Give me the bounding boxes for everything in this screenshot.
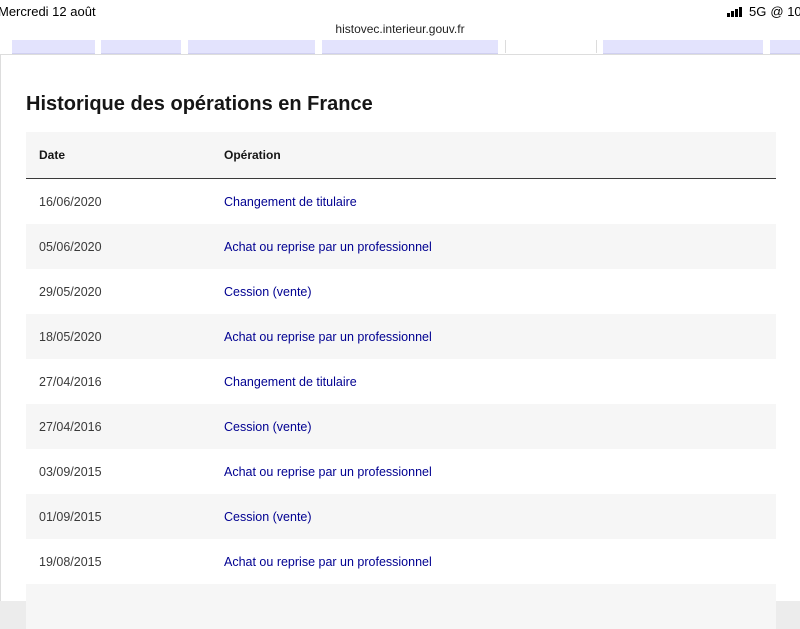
row-operation[interactable]: Achat ou reprise par un professionnel — [224, 465, 776, 479]
operations-table: Date Opération 16/06/2020 Changement de t… — [26, 132, 776, 629]
row-date: 19/08/2015 — [39, 554, 102, 569]
row-operation[interactable]: Changement de titulaire — [224, 375, 776, 389]
row-operation[interactable]: Cession (vente) — [224, 510, 776, 524]
row-date: 03/09/2015 — [39, 464, 102, 479]
row-operation[interactable]: Achat ou reprise par un professionnel — [224, 240, 776, 254]
table-row: 19/08/2015 Achat ou reprise par un profes… — [26, 539, 776, 584]
network-label: 5G — [749, 4, 767, 19]
row-operation[interactable]: Changement de titulaire — [224, 195, 776, 209]
status-time: Mercredi 12 août — [0, 4, 96, 19]
header-operation: Opération — [224, 148, 281, 162]
tab-active[interactable] — [505, 40, 597, 53]
status-bar: Mercredi 12 août 5G @ 10( — [0, 0, 800, 22]
tabs-strip — [0, 40, 800, 54]
section-title: Historique des opérations en France — [26, 93, 373, 115]
row-date: 27/04/2016 — [39, 419, 102, 434]
table-row: 05/06/2020 Achat ou reprise par un profes… — [26, 224, 776, 269]
row-date: 18/05/2020 — [39, 329, 102, 344]
table-row: 16/06/2020 Changement de titulaire — [26, 179, 776, 224]
tab-1[interactable] — [12, 40, 95, 54]
row-date: 27/04/2016 — [39, 374, 102, 389]
row-operation[interactable]: Cession (vente) — [224, 420, 776, 434]
tab-7[interactable] — [770, 40, 800, 54]
signal-icon — [727, 6, 743, 17]
table-row: 27/04/2016 Changement de titulaire — [26, 359, 776, 404]
table-row: 29/05/2020 Cession (vente) — [26, 269, 776, 314]
tab-6[interactable] — [603, 40, 763, 54]
header-date: Date — [39, 148, 66, 162]
table-row: 18/05/2020 Achat ou reprise par un profes… — [26, 314, 776, 359]
table-row: 27/04/2016 Cession (vente) — [26, 404, 776, 449]
row-operation[interactable]: Cession (vente) — [224, 285, 776, 299]
table-header: Date Opération — [26, 132, 776, 179]
url-text: histovec.interieur.gouv.fr — [335, 22, 465, 36]
row-operation[interactable]: Achat ou reprise par un professionnel — [224, 555, 776, 569]
history-card: Historique des opérations en France Date… — [0, 54, 800, 629]
status-indicators: 5G @ 10( — [727, 4, 800, 19]
row-date: 29/05/2020 — [39, 284, 102, 299]
row-date: 05/06/2020 — [39, 239, 102, 254]
battery-label: @ 10( — [770, 4, 800, 19]
row-date: 16/06/2020 — [39, 194, 102, 209]
table-row: 01/09/2015 Cession (vente) — [26, 494, 776, 539]
tab-3[interactable] — [188, 40, 315, 54]
row-operation[interactable]: Achat ou reprise par un professionnel — [224, 330, 776, 344]
row-date: 01/09/2015 — [39, 509, 102, 524]
table-row: 03/09/2015 Achat ou reprise par un profes… — [26, 449, 776, 494]
table-row — [26, 584, 776, 629]
url-bar[interactable]: histovec.interieur.gouv.fr — [0, 22, 800, 40]
tab-2[interactable] — [101, 40, 181, 54]
tab-4[interactable] — [322, 40, 498, 54]
table-body: 16/06/2020 Changement de titulaire 05/06/2… — [26, 179, 776, 629]
